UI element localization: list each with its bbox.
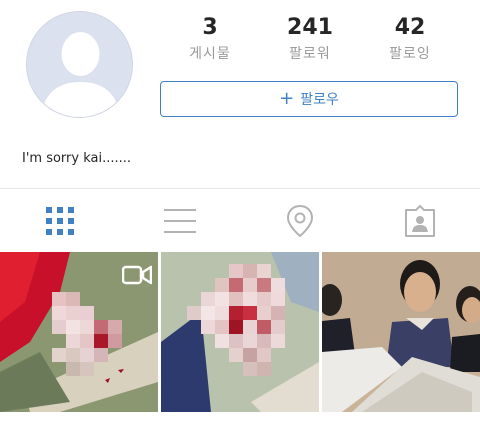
stat-following[interactable]: 42 팔로잉 xyxy=(360,14,460,74)
followers-count: 241 xyxy=(287,15,333,40)
post-grid xyxy=(0,252,480,412)
stat-posts[interactable]: 3 게시물 xyxy=(160,14,260,74)
follow-button[interactable]: + 팔로우 xyxy=(160,81,458,117)
following-count: 42 xyxy=(394,15,426,40)
tab-grid-view[interactable] xyxy=(0,196,120,246)
following-label: 팔로잉 xyxy=(389,46,431,62)
follow-button-label: 팔로우 xyxy=(300,92,339,108)
plus-icon: + xyxy=(279,88,295,109)
post-image xyxy=(322,252,480,412)
tab-places[interactable] xyxy=(240,196,360,246)
profile-bio: I'm sorry kai....... xyxy=(22,151,132,166)
tabs-divider xyxy=(0,188,480,189)
post-thumbnail[interactable] xyxy=(0,252,158,412)
tagged-person-icon xyxy=(405,205,435,237)
post-image xyxy=(161,252,319,412)
default-avatar-icon xyxy=(27,12,132,117)
posts-label: 게시물 xyxy=(189,46,231,62)
post-thumbnail[interactable] xyxy=(322,252,480,412)
post-thumbnail[interactable] xyxy=(161,252,319,412)
location-pin-icon xyxy=(286,204,314,238)
tab-list-view[interactable] xyxy=(120,196,240,246)
video-camera-icon xyxy=(122,265,152,285)
list-icon xyxy=(164,209,196,233)
followers-label: 팔로워 xyxy=(289,46,331,62)
grid-icon xyxy=(46,207,74,235)
stat-followers[interactable]: 241 팔로워 xyxy=(260,14,360,74)
tab-tagged[interactable] xyxy=(360,196,480,246)
profile-avatar[interactable] xyxy=(26,11,133,118)
profile-tabs xyxy=(0,196,480,246)
profile-stats: 3 게시물 241 팔로워 42 팔로잉 xyxy=(160,14,460,74)
posts-count: 3 xyxy=(202,15,218,40)
